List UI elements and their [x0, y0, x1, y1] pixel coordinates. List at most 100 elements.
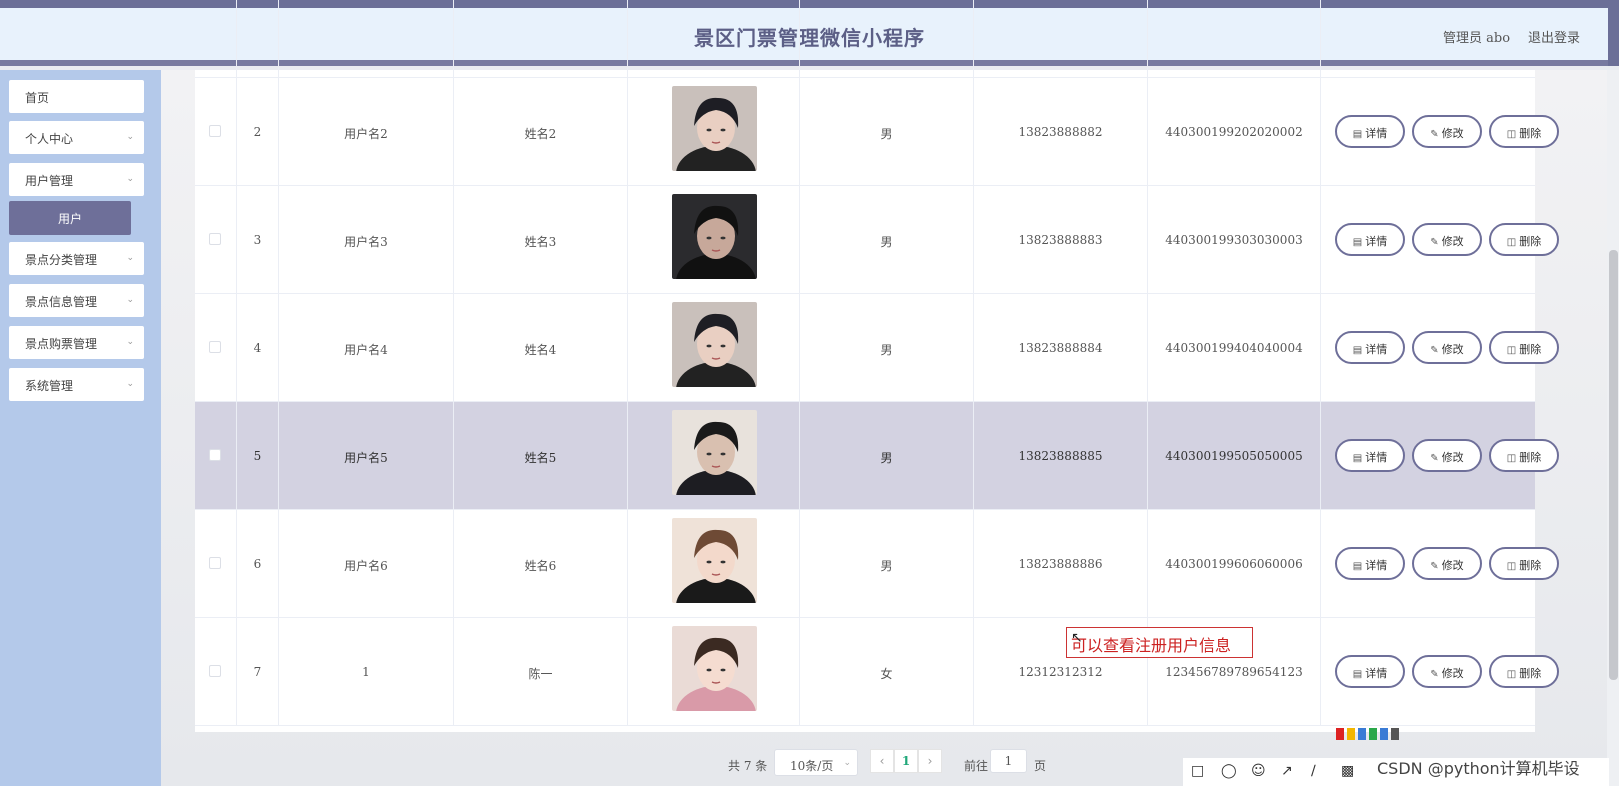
- row-checkbox[interactable]: [209, 341, 221, 353]
- goto-page-input[interactable]: 1: [990, 749, 1027, 773]
- edit-button-label: 修改: [1441, 235, 1464, 248]
- phone-value: 13823888882: [1018, 125, 1103, 139]
- sidebar-item-system-management[interactable]: 系统管理 ⌄: [9, 368, 144, 401]
- username-cell: 用户名3: [279, 186, 454, 294]
- sidebar-item-personal-center[interactable]: 个人中心 ⌄: [9, 121, 144, 154]
- actions-cell: ▤ 详情 ✎ 修改 ◫ 删除: [1321, 402, 1559, 510]
- rectangle-tool-icon[interactable]: □: [1191, 763, 1204, 779]
- sidebar-item-label: 景点分类管理: [25, 253, 98, 267]
- delete-button-label: 删除: [1519, 127, 1542, 140]
- idcard-cell: 440300199404040004: [1148, 294, 1321, 402]
- edit-button-label: 修改: [1441, 667, 1464, 680]
- index-cell: 3: [237, 186, 279, 294]
- edit-button[interactable]: ✎ 修改: [1412, 331, 1482, 364]
- row-checkbox[interactable]: [209, 665, 221, 677]
- delete-button[interactable]: ◫ 删除: [1489, 547, 1559, 580]
- prev-page-button[interactable]: ‹: [870, 749, 894, 773]
- sidebar-item-label: 系统管理: [25, 379, 74, 393]
- sidebar-item-ticket-management[interactable]: 景点购票管理 ⌄: [9, 326, 144, 359]
- table-row: 3 用户名3 姓名3 男 13823888883 440300199303030…: [195, 186, 1559, 294]
- chevron-down-icon: ⌄: [126, 253, 134, 263]
- detail-button-label: 详情: [1365, 343, 1388, 356]
- detail-button[interactable]: ▤ 详情: [1335, 223, 1405, 256]
- detail-button[interactable]: ▤ 详情: [1335, 115, 1405, 148]
- name-value: 姓名5: [524, 451, 557, 465]
- sidebar-item-spot-info-management[interactable]: 景点信息管理 ⌄: [9, 284, 144, 317]
- edit-button[interactable]: ✎ 修改: [1412, 655, 1482, 688]
- gender-cell: 女: [800, 618, 974, 726]
- row-checkbox[interactable]: [209, 449, 221, 461]
- detail-button[interactable]: ▤ 详情: [1335, 547, 1405, 580]
- scrollbar-thumb[interactable]: [1609, 250, 1618, 680]
- gender-value: 男: [880, 127, 893, 141]
- table-row: 5 用户名5 姓名5 男 13823888885 440300199505050…: [195, 402, 1559, 510]
- sidebar-item-user-management[interactable]: 用户管理 ⌄: [9, 163, 144, 196]
- logout-link[interactable]: 退出登录: [1528, 27, 1580, 46]
- edit-button[interactable]: ✎ 修改: [1412, 223, 1482, 256]
- emoji-tool-icon[interactable]: ☺: [1251, 763, 1266, 779]
- delete-button[interactable]: ◫ 删除: [1489, 115, 1559, 148]
- edit-button[interactable]: ✎ 修改: [1412, 115, 1482, 148]
- edit-button[interactable]: ✎ 修改: [1412, 547, 1482, 580]
- avatar: [672, 626, 757, 711]
- username-value: 用户名4: [344, 343, 388, 357]
- table-cell: [1321, 0, 1535, 78]
- detail-button-label: 详情: [1365, 667, 1388, 680]
- detail-button[interactable]: ▤ 详情: [1335, 331, 1405, 364]
- table-cell: [279, 0, 454, 78]
- idcard-cell: 440300199606060006: [1148, 510, 1321, 618]
- edit-button-label: 修改: [1441, 451, 1464, 464]
- sidebar-subitem-user[interactable]: 用户: [9, 201, 131, 235]
- actions-cell: ▤ 详情 ✎ 修改 ◫ 删除: [1321, 78, 1559, 186]
- pen-tool-icon[interactable]: ∕: [1311, 763, 1316, 779]
- detail-button[interactable]: ▤ 详情: [1335, 655, 1405, 688]
- table-row: 7 1 陈一 女 12312312312 123456789789654123 …: [195, 618, 1559, 726]
- sidebar-item-label: 个人中心: [25, 132, 74, 146]
- arrow-tool-icon[interactable]: ↗: [1281, 763, 1293, 779]
- goto-label: 前往: [964, 759, 989, 773]
- sidebar-item-category-management[interactable]: 景点分类管理 ⌄: [9, 242, 144, 275]
- chevron-down-icon: ⌄: [126, 132, 134, 142]
- sidebar-item-label: 首页: [25, 91, 50, 105]
- username-cell: 用户名6: [279, 510, 454, 618]
- table-row: 4 用户名4 姓名4 男 13823888884 440300199404040…: [195, 294, 1559, 402]
- index-cell: 2: [237, 78, 279, 186]
- delete-button[interactable]: ◫ 删除: [1489, 439, 1559, 472]
- document-icon: ▤: [1352, 345, 1363, 356]
- row-checkbox[interactable]: [209, 557, 221, 569]
- table-cell: [237, 0, 279, 78]
- row-checkbox[interactable]: [209, 125, 221, 137]
- phone-value: 12312312312: [1018, 665, 1103, 679]
- watermark-text: CSDN @python计算机毕设: [1377, 759, 1580, 778]
- pencil-icon: ✎: [1430, 561, 1439, 572]
- checkbox-cell: [195, 402, 237, 510]
- mosaic-tool-icon[interactable]: ▩: [1341, 763, 1354, 779]
- idcard-value: 440300199404040004: [1165, 341, 1303, 355]
- delete-button-label: 删除: [1519, 451, 1542, 464]
- page-number-current[interactable]: 1: [894, 749, 918, 773]
- detail-button[interactable]: ▤ 详情: [1335, 439, 1405, 472]
- gender-cell: 男: [800, 78, 974, 186]
- avatar: [672, 410, 757, 495]
- avatar: [672, 302, 757, 387]
- table-row: 6 用户名6 姓名6 男 13823888886 440300199606060…: [195, 510, 1559, 618]
- idcard-cell: 440300199505050005: [1148, 402, 1321, 510]
- pencil-icon: ✎: [1430, 237, 1439, 248]
- edit-button[interactable]: ✎ 修改: [1412, 439, 1482, 472]
- actions-cell: ▤ 详情 ✎ 修改 ◫ 删除: [1321, 510, 1559, 618]
- delete-button[interactable]: ◫ 删除: [1489, 331, 1559, 364]
- next-page-button[interactable]: ›: [918, 749, 942, 773]
- delete-button[interactable]: ◫ 删除: [1489, 655, 1559, 688]
- delete-button[interactable]: ◫ 删除: [1489, 223, 1559, 256]
- checkbox-cell: [195, 294, 237, 402]
- idcard-value: 440300199606060006: [1165, 557, 1303, 571]
- trash-icon: ◫: [1506, 669, 1517, 680]
- edit-button-label: 修改: [1441, 559, 1464, 572]
- row-index: 6: [253, 557, 262, 571]
- chevron-down-icon: ⌄: [843, 758, 851, 768]
- row-checkbox[interactable]: [209, 233, 221, 245]
- page-size-select[interactable]: 10条/页 ⌄: [774, 749, 858, 776]
- ellipse-tool-icon[interactable]: ◯: [1221, 763, 1237, 779]
- sidebar-item-home[interactable]: 首页: [9, 80, 144, 113]
- main-content: 2 用户名2 姓名2 男 13823888882 440300199202020…: [161, 0, 1619, 786]
